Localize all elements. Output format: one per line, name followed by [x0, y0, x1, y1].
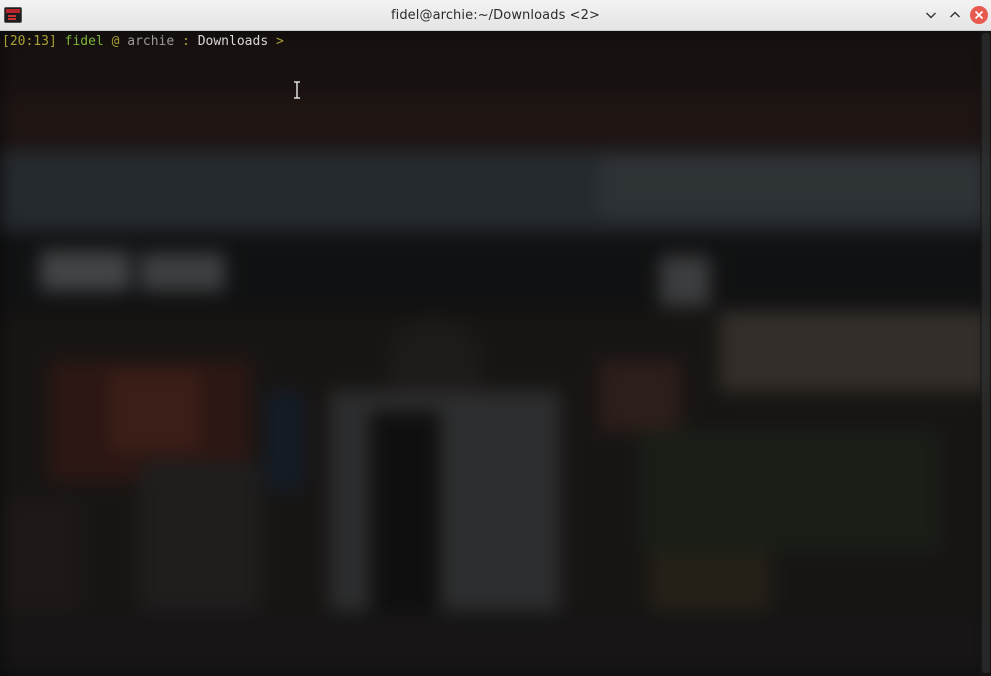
maximize-button[interactable]	[946, 6, 964, 24]
scrollbar[interactable]	[980, 31, 991, 676]
prompt-symbol: >	[275, 34, 284, 49]
shell-prompt: [20:13] fidel @ archie : Downloads >	[2, 34, 284, 50]
close-button[interactable]	[970, 6, 988, 24]
prompt-separator: :	[182, 34, 190, 49]
ibeam-cursor-icon	[294, 81, 300, 99]
chevron-down-icon	[926, 12, 936, 19]
prompt-time: [20:13]	[2, 34, 57, 49]
prompt-directory: Downloads	[197, 34, 269, 49]
scrollbar-thumb[interactable]	[982, 33, 990, 673]
terminal-area[interactable]: [20:13] fidel @ archie : Downloads >	[0, 31, 991, 676]
prompt-at: @	[111, 34, 120, 49]
background-dim-overlay	[0, 31, 991, 676]
terminal-window: fidel@archie:~/Downloads <2> [20:13] fid…	[0, 0, 991, 676]
title-bar[interactable]: fidel@archie:~/Downloads <2>	[0, 0, 991, 31]
window-title: fidel@archie:~/Downloads <2>	[390, 8, 601, 23]
minimize-button[interactable]	[922, 6, 940, 24]
prompt-user: fidel	[64, 34, 104, 49]
chevron-up-icon	[950, 11, 960, 18]
close-icon	[974, 10, 984, 20]
prompt-host: archie	[127, 34, 175, 49]
